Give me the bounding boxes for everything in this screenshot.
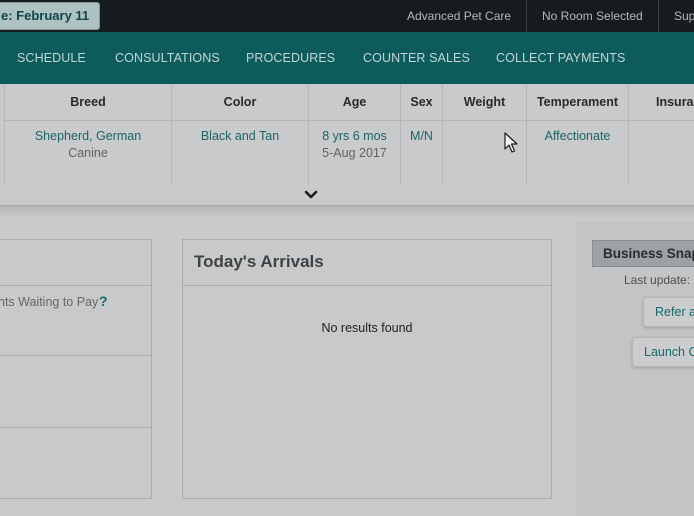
mouse-pointer-icon bbox=[504, 132, 518, 153]
panel-divider bbox=[0, 427, 151, 428]
temperament-column: Temperament Affectionate bbox=[527, 84, 629, 185]
panel-divider bbox=[183, 285, 551, 286]
nav-schedule[interactable]: SCHEDULE bbox=[17, 32, 86, 84]
todays-arrivals-panel: Today's Arrivals No results found bbox=[182, 239, 552, 499]
business-snapshot-title: Business Snap bbox=[592, 240, 694, 267]
insurance-header: Insura bbox=[629, 84, 694, 121]
no-results-message: No results found bbox=[321, 321, 413, 335]
support-link[interactable]: Sup bbox=[674, 0, 694, 32]
temperament-header: Temperament bbox=[527, 84, 628, 121]
launch-button[interactable]: Launch C bbox=[632, 337, 694, 367]
age-value[interactable]: 8 yrs 6 mos bbox=[309, 129, 400, 143]
top-bar: e: February 11 Advanced Pet Care No Room… bbox=[0, 0, 694, 32]
breed-column: Breed Shepherd, German Canine bbox=[5, 84, 172, 185]
age-column: Age 8 yrs 6 mos 5-Aug 2017 bbox=[309, 84, 401, 185]
panel-divider bbox=[0, 285, 151, 286]
panel-divider bbox=[0, 355, 151, 356]
species-value: Canine bbox=[68, 146, 108, 160]
color-header: Color bbox=[172, 84, 308, 121]
insurance-column: Insura bbox=[629, 84, 694, 185]
breed-value[interactable]: Shepherd, German bbox=[5, 129, 171, 143]
weight-header: Weight bbox=[443, 84, 526, 121]
top-divider bbox=[658, 0, 659, 32]
sex-value[interactable]: M/N bbox=[401, 129, 442, 143]
chevron-down-icon[interactable] bbox=[304, 189, 318, 201]
sex-column: Sex M/N bbox=[401, 84, 443, 185]
clinic-selector[interactable]: Advanced Pet Care bbox=[407, 0, 511, 32]
payments-panel: nts Waiting to Pay ? bbox=[0, 239, 152, 499]
nav-procedures[interactable]: PROCEDURES bbox=[246, 32, 335, 84]
last-update-label: Last update: bbox=[624, 273, 691, 287]
temperament-value[interactable]: Affectionate bbox=[527, 129, 628, 143]
top-divider bbox=[526, 0, 527, 32]
sex-header: Sex bbox=[401, 84, 442, 121]
arrivals-title: Today's Arrivals bbox=[194, 252, 324, 271]
help-icon[interactable]: ? bbox=[99, 293, 108, 309]
date-selector[interactable]: e: February 11 bbox=[0, 2, 101, 30]
main-nav: SCHEDULE CONSULTATIONS PROCEDURES COUNTE… bbox=[0, 32, 694, 84]
age-header: Age bbox=[309, 84, 400, 121]
nav-collect-payments[interactable]: COLLECT PAYMENTS bbox=[496, 32, 625, 84]
birthdate-value: 5-Aug 2017 bbox=[322, 146, 387, 160]
patient-info-table: Breed Shepherd, German Canine Color Blac… bbox=[0, 84, 694, 206]
waiting-to-pay-label[interactable]: nts Waiting to Pay bbox=[0, 295, 98, 309]
color-value[interactable]: Black and Tan bbox=[172, 129, 308, 143]
room-selector[interactable]: No Room Selected bbox=[542, 0, 643, 32]
breed-header: Breed bbox=[5, 84, 171, 121]
section-divider bbox=[0, 206, 694, 218]
nav-counter-sales[interactable]: COUNTER SALES bbox=[363, 32, 470, 84]
nav-consultations[interactable]: CONSULTATIONS bbox=[115, 32, 220, 84]
refer-button[interactable]: Refer a bbox=[643, 297, 694, 327]
color-column: Color Black and Tan bbox=[172, 84, 309, 185]
